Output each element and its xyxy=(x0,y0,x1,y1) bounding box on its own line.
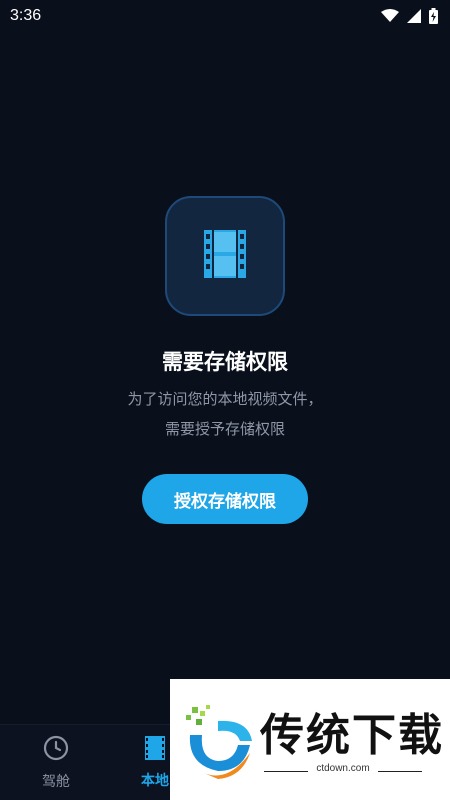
grant-storage-permission-button[interactable]: 授权存储权限 xyxy=(142,474,308,524)
permission-screen: 需要存储权限 为了访问您的本地视频文件， 需要授予存储权限 授权存储权限 xyxy=(0,0,450,724)
clock-icon xyxy=(43,735,69,765)
watermark-divider-right xyxy=(378,771,422,772)
watermark-logo-icon xyxy=(178,701,258,781)
video-tile xyxy=(165,196,285,316)
watermark-url: ctdown.com xyxy=(316,763,370,774)
film-icon xyxy=(145,736,165,764)
permission-description-line1: 为了访问您的本地视频文件， xyxy=(127,390,323,408)
nav-label-local: 本地 xyxy=(141,773,169,789)
permission-title: 需要存储权限 xyxy=(162,350,288,374)
nav-label-cockpit: 驾舱 xyxy=(42,774,70,790)
permission-description-line2: 需要授予存储权限 xyxy=(164,420,285,438)
watermark-divider-left xyxy=(264,771,308,772)
watermark: 传统下载 ctdown.com xyxy=(170,679,450,800)
watermark-text: 传统下载 xyxy=(260,710,444,761)
nav-item-cockpit[interactable]: 驾舱 xyxy=(6,725,106,800)
film-icon xyxy=(204,230,246,282)
